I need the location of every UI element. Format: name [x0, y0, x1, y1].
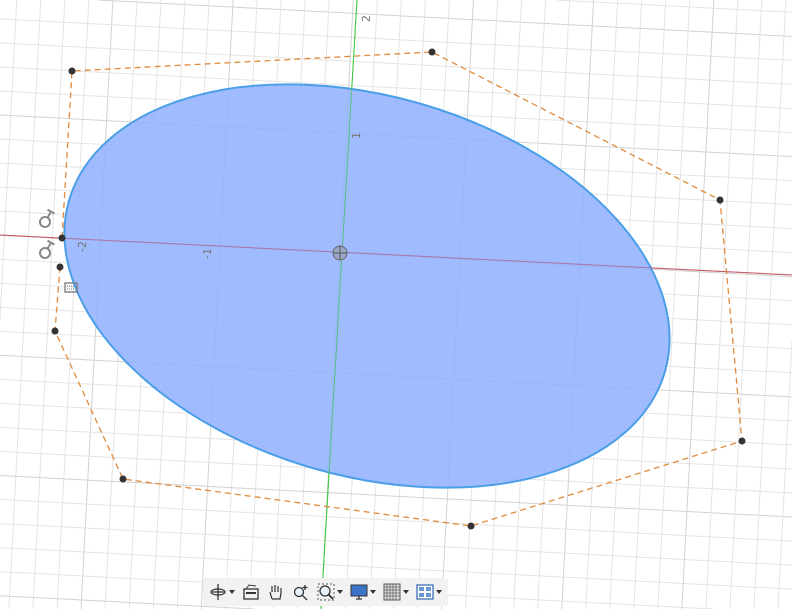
display-menu-caret[interactable] — [370, 590, 376, 594]
grid-menu-caret[interactable] — [403, 590, 409, 594]
grid-line — [681, 0, 715, 609]
grid-line — [0, 499, 792, 542]
viewports-menu-caret[interactable] — [436, 590, 442, 594]
control-point[interactable] — [467, 522, 475, 530]
origin-marker[interactable] — [332, 245, 348, 261]
axis-label-y-1: 1 — [350, 132, 363, 140]
fit-menu-caret[interactable] — [337, 590, 343, 594]
navigation-toolbar — [203, 578, 448, 606]
axis-label-y-2: 2 — [360, 15, 373, 23]
display-settings-button[interactable] — [348, 580, 378, 604]
grid-line — [729, 0, 763, 609]
axis-label-x-neg2: -2 — [76, 241, 90, 253]
control-point[interactable] — [58, 234, 66, 242]
orbit-menu-caret[interactable] — [229, 590, 235, 594]
look-at-button[interactable] — [240, 580, 262, 604]
orbit-button[interactable] — [207, 580, 237, 604]
zoom-icon — [293, 585, 308, 601]
control-point[interactable] — [56, 263, 64, 271]
orbit-icon — [210, 584, 226, 600]
display-settings-icon — [350, 584, 368, 600]
grid-line — [0, 42, 792, 85]
control-point[interactable] — [51, 327, 59, 335]
sketch-canvas[interactable]: 2 1 -1 -2 — [0, 0, 792, 609]
fit-button[interactable] — [315, 580, 345, 604]
control-point[interactable] — [716, 196, 724, 204]
grid-line — [556, 0, 792, 13]
fit-zoom-window-icon — [317, 583, 335, 601]
grid-line — [705, 0, 739, 609]
pan-hand-icon — [269, 585, 282, 600]
viewports-icon — [416, 584, 434, 600]
control-point[interactable] — [738, 437, 746, 445]
axis-label-x-neg1: -1 — [201, 248, 215, 260]
control-point[interactable] — [68, 67, 76, 75]
coincident-constraint-icon[interactable] — [38, 239, 55, 260]
grid-snaps-button[interactable] — [381, 580, 411, 604]
pan-button[interactable] — [265, 580, 287, 604]
viewports-button[interactable] — [414, 580, 444, 604]
grid-snaps-icon — [383, 583, 401, 601]
grid-line — [0, 0, 18, 321]
grid-line — [32, 0, 66, 609]
look-at-icon — [243, 584, 259, 600]
grid-line — [753, 0, 787, 609]
control-point[interactable] — [119, 475, 127, 483]
control-point[interactable] — [428, 48, 436, 56]
zoom-button[interactable] — [290, 580, 312, 604]
grid-line — [777, 341, 792, 609]
